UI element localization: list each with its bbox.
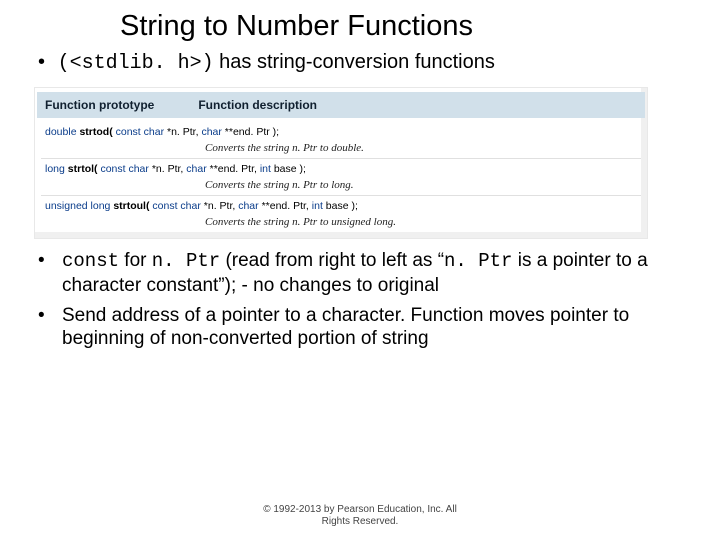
code-nptr: n. Ptr [152, 250, 220, 272]
intro-header-code: <stdlib. h> [70, 52, 202, 75]
intro-rest: has string-conversion functions [214, 51, 495, 73]
code-nptr: n. Ptr [444, 250, 512, 272]
text: for [119, 250, 152, 271]
prototype-text: unsigned long strtoul( const char *n. Pt… [45, 200, 637, 212]
param-text: **end. Ptr, [207, 163, 260, 175]
table-row: long strtol( const char *n. Ptr, char **… [41, 159, 641, 196]
prototype-text: long strtol( const char *n. Ptr, char **… [45, 163, 637, 175]
description-text: Converts the string n. Ptr to long. [45, 179, 637, 191]
slide: String to Number Functions • (<stdlib. h… [0, 0, 720, 540]
keyword: const char [100, 163, 148, 175]
param-text: base ); [271, 163, 306, 175]
keyword: double [45, 126, 77, 138]
table-header-desc: Function description [198, 98, 317, 112]
param-text: *n. Ptr, [201, 200, 238, 212]
footer-line1: © 1992-2013 by Pearson Education, Inc. A… [263, 504, 457, 515]
param-text: **end. Ptr ); [222, 126, 279, 138]
keyword: const char [152, 200, 200, 212]
text: (read from right to left as “ [220, 250, 444, 271]
table-row: unsigned long strtoul( const char *n. Pt… [41, 196, 641, 232]
slide-title: String to Number Functions [120, 10, 690, 43]
keyword: long [45, 163, 65, 175]
function-table: Function prototype Function description … [34, 87, 648, 239]
intro-paren-open: ( [58, 52, 70, 75]
intro-paren-close: ) [202, 52, 214, 75]
function-name: strtol( [68, 163, 98, 175]
bullet-dot-icon: • [38, 304, 62, 328]
prototype-text: double strtod( const char *n. Ptr, char … [45, 126, 637, 138]
table-header: Function prototype Function description [37, 92, 645, 118]
bullet-const: •const for n. Ptr (read from right to le… [38, 249, 690, 298]
param-text: base ); [323, 200, 358, 212]
text: Send address of a pointer to a character… [62, 305, 629, 350]
param-text: *n. Ptr, [164, 126, 201, 138]
param-text: **end. Ptr, [259, 200, 312, 212]
keyword: const char [116, 126, 164, 138]
description-text: Converts the string n. Ptr to double. [45, 142, 637, 154]
copyright-footer: © 1992-2013 by Pearson Education, Inc. A… [0, 504, 720, 528]
footer-line2: Rights Reserved. [322, 516, 399, 527]
keyword: unsigned long [45, 200, 110, 212]
bullet-dot-icon: • [38, 51, 52, 74]
keyword: char [238, 200, 258, 212]
keyword: char [201, 126, 221, 138]
bullet-dot-icon: • [38, 249, 62, 273]
description-text: Converts the string n. Ptr to unsigned l… [45, 216, 637, 228]
code-const: const [62, 250, 119, 272]
table-row: double strtod( const char *n. Ptr, char … [41, 122, 641, 159]
table-header-proto: Function prototype [45, 98, 195, 112]
keyword: char [186, 163, 206, 175]
intro-bullet: • (<stdlib. h>) has string-conversion fu… [38, 51, 690, 75]
bullet-send-address: •Send address of a pointer to a characte… [38, 304, 690, 352]
param-text: *n. Ptr, [149, 163, 186, 175]
function-name: strtoul( [113, 200, 149, 212]
keyword: int [260, 163, 271, 175]
function-name: strtod( [79, 126, 112, 138]
keyword: int [312, 200, 323, 212]
